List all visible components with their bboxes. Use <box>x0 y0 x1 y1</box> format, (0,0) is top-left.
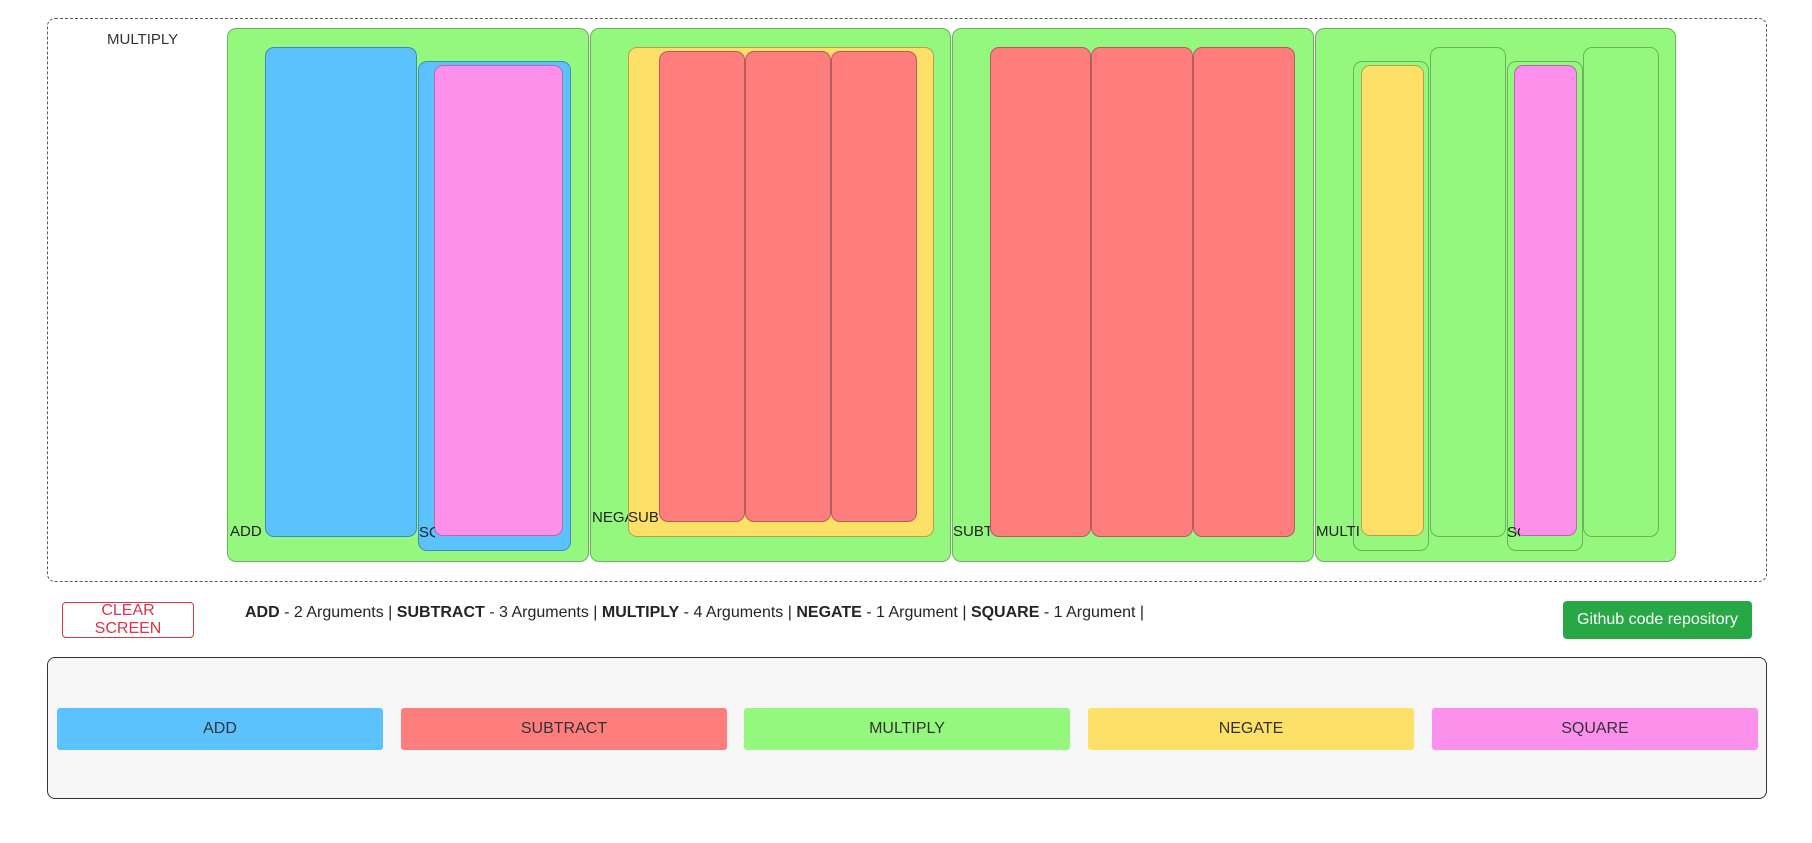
negate-block[interactable] <box>1361 65 1424 536</box>
subtract-arg-block[interactable] <box>990 47 1091 537</box>
block-palette: ADD SUBTRACT MULTIPLY NEGATE SQUARE <box>47 657 1767 799</box>
legend-op: SUBTRACT <box>396 604 485 621</box>
legend-desc: - 1 Argument | <box>1039 604 1145 621</box>
subtract-block-label: SUBTRACT <box>628 510 659 525</box>
root-block-label: MULTIPLY <box>107 31 179 48</box>
legend-desc: - 3 Arguments | <box>484 604 598 621</box>
multiply-arg-block[interactable] <box>1583 47 1659 537</box>
subtract-arg-block[interactable] <box>1091 47 1193 537</box>
legend-desc: - 4 Arguments | <box>679 604 792 621</box>
operations-legend: ADD - 2 Arguments | SUBTRACT - 3 Argumen… <box>245 604 1144 622</box>
add-block-label: ADD <box>230 524 262 539</box>
multiply-block[interactable]: ADD SQUARE <box>227 28 589 562</box>
add-arg-block[interactable] <box>265 47 417 537</box>
multiply-block[interactable]: SUBTRACT <box>952 28 1314 562</box>
subtract-arg-block[interactable] <box>745 51 831 522</box>
legend-op: SQUARE <box>970 604 1040 621</box>
negate-block-label: NEGATE <box>592 510 628 525</box>
palette-add-button[interactable]: ADD <box>57 708 383 750</box>
multiply-block-label: MULTIPLY <box>1316 524 1360 539</box>
subtract-arg-block[interactable] <box>659 51 745 522</box>
square-block[interactable] <box>1514 65 1577 536</box>
subtract-arg-block[interactable] <box>1193 47 1295 537</box>
multiply-block[interactable]: MULTIPLY SQUARE <box>1315 28 1676 562</box>
legend-op: MULTIPLY <box>601 604 680 621</box>
multiply-arg-block[interactable] <box>1430 47 1506 537</box>
palette-subtract-button[interactable]: SUBTRACT <box>401 708 727 750</box>
subtract-block-label: SUBTRACT <box>953 524 990 539</box>
palette-multiply-button[interactable]: MULTIPLY <box>744 708 1070 750</box>
subtract-arg-block[interactable] <box>831 51 917 522</box>
workspace-canvas[interactable]: MULTIPLY ADD SQUARE NEGATE SUBTRACT SUBT… <box>47 18 1767 582</box>
legend-desc: - 2 Arguments | <box>279 604 393 621</box>
square-block-label: SQUARE <box>419 525 435 540</box>
legend-op: NEGATE <box>796 604 862 621</box>
github-repo-button[interactable]: Github code repository <box>1563 601 1752 639</box>
legend-desc: - 1 Argument | <box>861 604 967 621</box>
legend-op: ADD <box>245 604 280 621</box>
multiply-block[interactable]: NEGATE SUBTRACT <box>590 28 951 562</box>
palette-negate-button[interactable]: NEGATE <box>1088 708 1414 750</box>
palette-square-button[interactable]: SQUARE <box>1432 708 1758 750</box>
clear-screen-button[interactable]: CLEAR SCREEN <box>62 602 194 638</box>
square-block-label: SQUARE <box>1507 525 1520 540</box>
square-block[interactable] <box>434 65 563 536</box>
